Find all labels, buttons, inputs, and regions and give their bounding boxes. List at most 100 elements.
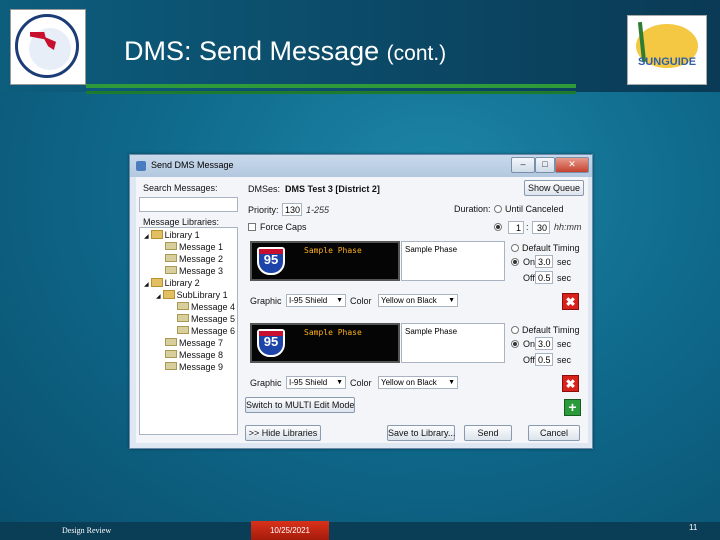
chevron-down-icon: ▼ [448, 379, 455, 386]
tree-message-item[interactable]: Message 9 [156, 362, 223, 372]
message-icon [165, 254, 177, 262]
phase-1-graphic-select[interactable]: I-95 Shield ▼ [286, 294, 346, 307]
slide-title-suffix: (cont.) [386, 42, 447, 65]
priority-input[interactable]: 130 [282, 203, 302, 216]
message-icon [165, 266, 177, 274]
force-caps-label: Force Caps [260, 222, 307, 232]
fdot-logo [10, 9, 86, 85]
delete-icon: ✖ [565, 377, 576, 391]
sunguide-logo: SUNGUIDE [627, 15, 707, 85]
expand-arrow-icon[interactable]: ◢ [156, 294, 161, 300]
force-caps-checkbox[interactable] [248, 223, 256, 231]
close-button[interactable]: ✕ [555, 157, 589, 173]
phase-2-sign-preview: 95 Sample Phase [250, 323, 400, 363]
cancel-button[interactable]: Cancel [528, 425, 580, 441]
tree-message-item[interactable]: Message 8 [156, 350, 223, 360]
footer-date-box: 10/25/2021 [251, 521, 329, 540]
search-input[interactable] [139, 197, 238, 212]
libraries-label: Message Libraries: [143, 217, 220, 227]
tree-item-label: Message 6 [191, 326, 236, 336]
search-label: Search Messages: [143, 183, 218, 193]
remove-phase-2-button[interactable]: ✖ [562, 375, 579, 392]
footer-date: 10/25/2021 [269, 526, 311, 535]
phase-2-custom-timing-radio[interactable] [511, 340, 519, 348]
remove-phase-1-button[interactable]: ✖ [562, 293, 579, 310]
tree-item-label: Message 9 [179, 362, 224, 372]
phase-2-off-input[interactable]: 0.5 [535, 353, 553, 366]
slide-number: 11 [689, 523, 698, 532]
add-icon: + [568, 399, 577, 415]
add-phase-button[interactable]: + [564, 399, 581, 416]
phase-2-off-label: Off [523, 355, 535, 365]
phase-1-off-unit: sec [557, 273, 572, 283]
header-rule-2 [86, 91, 576, 94]
message-icon [165, 338, 177, 346]
minimize-button[interactable]: – [511, 157, 535, 173]
tree-message-item[interactable]: Message 2 [156, 254, 223, 264]
priority-label: Priority: [248, 205, 279, 215]
message-icon [165, 242, 177, 250]
tree-message-item[interactable]: Message 3 [156, 266, 223, 276]
duration-hours-input[interactable]: 1 [508, 221, 524, 234]
phase-1-off-input[interactable]: 0.5 [535, 271, 553, 284]
sunguide-logo-text: SUNGUIDE [637, 56, 697, 68]
until-canceled-label: Until Canceled [505, 204, 564, 214]
tree-message-item[interactable]: Message 4 [168, 302, 235, 312]
phase-2-default-timing-radio[interactable] [511, 326, 519, 334]
tree-item-label: Message 4 [191, 302, 236, 312]
duration-timed-radio[interactable] [494, 223, 502, 231]
phase-1-default-timing-radio[interactable] [511, 244, 519, 252]
tree-folder-item[interactable]: ◢ Library 2 [144, 278, 200, 288]
duration-minutes-input[interactable]: 30 [532, 221, 550, 234]
phase-2-text-area[interactable]: Sample Phase [401, 323, 505, 363]
chevron-down-icon: ▼ [336, 297, 343, 304]
tree-message-item[interactable]: Message 1 [156, 242, 223, 252]
time-separator: : [526, 222, 529, 232]
app-icon [136, 161, 146, 171]
tree-item-label: Message 3 [179, 266, 224, 276]
until-canceled-radio[interactable] [494, 205, 502, 213]
phase-1-sign-preview: 95 Sample Phase [250, 241, 400, 281]
phase-2-led-text: Sample Phase [304, 328, 362, 337]
duration-unit: hh:mm [554, 222, 582, 232]
phase-1-custom-timing-radio[interactable] [511, 258, 519, 266]
switch-multi-mode-button[interactable]: Switch to MULTI Edit Mode [245, 397, 355, 413]
tree-item-label: Message 5 [191, 314, 236, 324]
message-library-tree[interactable]: ◢ Library 1 Message 1 Message 2 Message 3 ◢ Li… [139, 227, 238, 435]
maximize-button[interactable]: □ [535, 157, 555, 173]
hide-libraries-button[interactable]: >> Hide Libraries [245, 425, 321, 441]
phase-1-off-label: Off [523, 273, 535, 283]
tree-message-item[interactable]: Message 6 [168, 326, 235, 336]
phase-1-on-input[interactable]: 3.0 [535, 255, 553, 268]
expand-arrow-icon[interactable]: ◢ [144, 282, 149, 288]
phase-2-graphic-select[interactable]: I-95 Shield ▼ [286, 376, 346, 389]
tree-message-item[interactable]: Message 5 [168, 314, 235, 324]
phase-2-graphic-label: Graphic [250, 378, 282, 388]
phase-2-off-unit: sec [557, 355, 572, 365]
chevron-down-icon: ▼ [448, 297, 455, 304]
phase-1-led-text: Sample Phase [304, 246, 362, 255]
tree-folder-item[interactable]: ◢ SubLibrary 1 [156, 290, 228, 300]
dms-value: DMS Test 3 [District 2] [285, 184, 380, 194]
i95-shield-icon: 95 [257, 247, 285, 275]
show-queue-button[interactable]: Show Queue [524, 180, 584, 196]
phase-1-text-area[interactable]: Sample Phase [401, 241, 505, 281]
tree-message-item[interactable]: Message 7 [156, 338, 223, 348]
tree-item-label: Message 8 [179, 350, 224, 360]
tree-item-label: Message 2 [179, 254, 224, 264]
slide-title: DMS: Send Message (cont.) [124, 36, 447, 66]
expand-arrow-icon[interactable]: ◢ [144, 234, 149, 240]
send-button[interactable]: Send [464, 425, 512, 441]
phase-2-color-select[interactable]: Yellow on Black ▼ [378, 376, 458, 389]
phase-2-on-input[interactable]: 3.0 [535, 337, 553, 350]
save-to-library-button[interactable]: Save to Library... [387, 425, 455, 441]
i95-shield-icon: 95 [257, 329, 285, 357]
tree-folder-item[interactable]: ◢ Library 1 [144, 230, 200, 240]
folder-icon [150, 230, 163, 239]
send-dms-window: Send DMS Message – □ ✕ Search Messages: … [129, 154, 593, 449]
tree-item-label: Library 1 [164, 230, 200, 240]
window-body: Search Messages: Message Libraries: ◢ Lib… [136, 177, 588, 443]
folder-icon [150, 278, 163, 287]
window-titlebar[interactable]: Send DMS Message – □ ✕ [130, 155, 592, 177]
phase-1-color-select[interactable]: Yellow on Black ▼ [378, 294, 458, 307]
